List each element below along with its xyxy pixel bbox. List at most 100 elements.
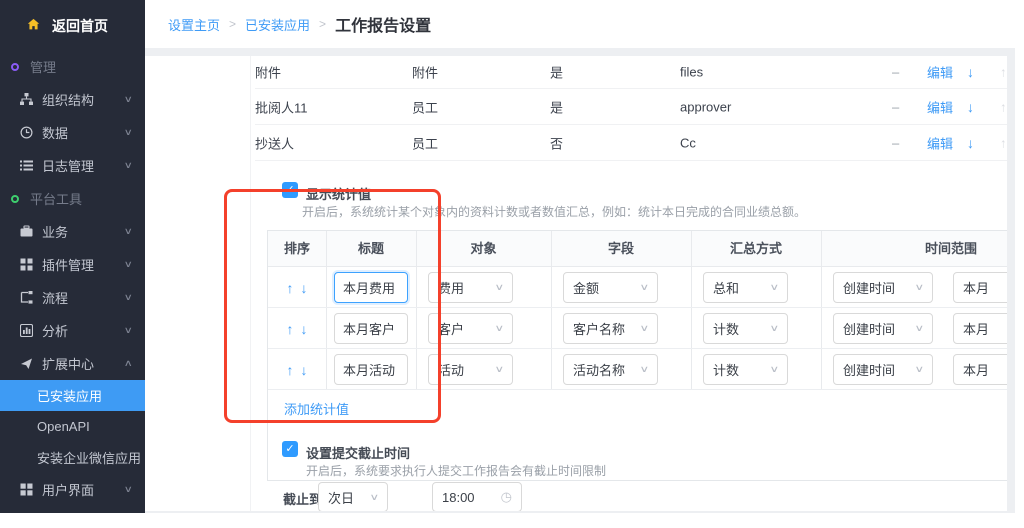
range-select[interactable]: 本月∨ — [953, 272, 1007, 303]
sidebar-subitem-12[interactable]: 安装企业微信应用 — [0, 442, 145, 473]
breadcrumb-separator: > — [319, 17, 326, 31]
column-divider — [691, 231, 692, 266]
sidebar-subitem-11[interactable]: OpenAPI — [0, 411, 145, 442]
time-field-select[interactable]: 创建时间∨ — [833, 313, 933, 344]
chevron-down-icon: ∨ — [770, 323, 780, 334]
chevron-down-icon: ∨ — [124, 325, 133, 336]
time-field-select[interactable]: 创建时间∨ — [833, 272, 933, 303]
column-divider — [551, 349, 552, 389]
sidebar-item-7[interactable]: 流程∨ — [0, 281, 145, 314]
stat-title-input[interactable] — [334, 313, 408, 344]
object-select[interactable]: 费用∨ — [428, 272, 513, 303]
column-divider — [416, 231, 417, 266]
column-divider — [326, 308, 327, 348]
page: 返回首页 管理组织结构∨数据∨日志管理∨平台工具业务∨插件管理∨流程∨分析∨扩展… — [0, 0, 1024, 528]
field-select[interactable]: 客户名称∨ — [563, 313, 658, 344]
show-stats-description: 开启后，系统统计某个对象内的资料计数或者数值汇总，例如：统计本日完成的合同业绩总… — [302, 203, 806, 220]
move-down-arrow-icon[interactable]: ↓ — [967, 135, 974, 151]
chevron-down-icon: ∨ — [640, 364, 650, 375]
sort-cell: ↑↓ — [268, 308, 326, 349]
stat-title-input[interactable] — [334, 272, 408, 303]
sidebar-item-label: 日志管理 — [42, 156, 94, 175]
sidebar-section-0: 管理 — [0, 50, 145, 83]
field-select-value: 客户名称 — [573, 319, 625, 338]
summary-select-value: 计数 — [713, 319, 739, 338]
stats-header-1: 标题 — [326, 231, 416, 267]
clock-icon: ◷ — [501, 489, 512, 505]
breadcrumb: 设置主页 > 已安装应用 > 工作报告设置 — [145, 0, 1015, 48]
edit-link[interactable]: 编辑 — [927, 133, 953, 152]
stats-row: ↑↓费用∨金额∨总和∨创建时间∨本月∨ — [268, 267, 1007, 308]
time-field-select[interactable]: 创建时间∨ — [833, 354, 933, 385]
edit-link[interactable]: 编辑 — [927, 97, 953, 116]
sidebar: 返回首页 管理组织结构∨数据∨日志管理∨平台工具业务∨插件管理∨流程∨分析∨扩展… — [0, 0, 145, 513]
deadline-checkbox[interactable] — [282, 441, 298, 457]
move-down-arrow-icon[interactable]: ↓ — [301, 363, 308, 377]
field-name: 抄送人 — [255, 133, 294, 152]
move-down-arrow-icon[interactable]: ↓ — [301, 322, 308, 336]
plugin-icon — [20, 258, 33, 271]
summary-select[interactable]: 计数 ∨ — [703, 313, 788, 344]
show-stats-label: 显示统计值 — [306, 184, 371, 203]
settings-panel: 附件附件是files–编辑↓↑批阅人11员工是approver–编辑↓↑抄送人员… — [145, 56, 1007, 511]
move-down-arrow-icon[interactable]: ↓ — [967, 64, 974, 80]
move-up-arrow-icon[interactable]: ↑ — [287, 281, 294, 295]
summary-select[interactable]: 计数∨ — [703, 354, 788, 385]
sidebar-item-1[interactable]: 组织结构∨ — [0, 83, 145, 116]
range-select[interactable]: 本月∨ — [953, 354, 1007, 385]
sidebar-item-8[interactable]: 分析∨ — [0, 314, 145, 347]
stat-title-input[interactable] — [334, 354, 408, 385]
due-time-input[interactable]: 18:00 ◷ — [432, 482, 522, 511]
stats-header-2: 对象 — [416, 231, 551, 267]
stats-table-body: ↑↓费用∨金额∨总和∨创建时间∨本月∨↑↓客户∨客户名称∨计数∨创建时间∨本月∨… — [268, 267, 1007, 390]
sidebar-item-9[interactable]: 扩展中心∧ — [0, 347, 145, 380]
add-stat-link[interactable]: 添加统计值 — [284, 399, 349, 418]
object-select[interactable]: 客户∨ — [428, 313, 513, 344]
sidebar-item-3[interactable]: 日志管理 ∨ — [0, 149, 145, 182]
breadcrumb-link-installed-apps[interactable]: 已安装应用 — [245, 15, 310, 34]
move-down-arrow-icon[interactable]: ↓ — [967, 99, 974, 115]
sidebar-subitem-10[interactable]: 已安装应用 — [0, 380, 145, 411]
chevron-down-icon: ∨ — [124, 94, 133, 105]
business-icon — [20, 225, 33, 238]
object-select[interactable]: 活动∨ — [428, 354, 513, 385]
sidebar-item-13[interactable]: 用户界面∨ — [0, 473, 145, 506]
field-name: 批阅人11 — [255, 97, 308, 116]
chevron-down-icon: ∨ — [124, 127, 133, 138]
stats-header-5: 时间范围 — [821, 231, 1007, 267]
move-up-arrow-icon[interactable]: ↑ — [287, 322, 294, 336]
field-api-name: files — [680, 65, 703, 80]
sidebar-item-home[interactable]: 返回首页 — [0, 0, 145, 50]
chevron-down-icon: ∨ — [495, 282, 505, 293]
ui-icon — [20, 483, 33, 496]
field-type: 员工 — [412, 97, 438, 116]
column-divider — [691, 267, 692, 307]
range-select-value: 本月 — [963, 278, 989, 297]
field-select[interactable]: 金额∨ — [563, 272, 658, 303]
range-select[interactable]: 本月∨ — [953, 313, 1007, 344]
sidebar-item-label: 流程 — [42, 288, 68, 307]
chevron-down-icon: ∨ — [495, 364, 505, 375]
field-row: 抄送人员工否Cc–编辑↓↑ — [255, 125, 1007, 161]
breadcrumb-link-settings-home[interactable]: 设置主页 — [168, 15, 220, 34]
field-required: 是 — [550, 97, 563, 116]
chevron-down-icon: ∨ — [770, 364, 780, 375]
chevron-down-icon: ∨ — [124, 226, 133, 237]
breadcrumb-separator: > — [229, 17, 236, 31]
move-up-arrow-icon[interactable]: ↑ — [287, 363, 294, 377]
sidebar-section-label: 平台工具 — [30, 189, 82, 208]
field-select[interactable]: 活动名称∨ — [563, 354, 658, 385]
summary-select[interactable]: 总和∨ — [703, 272, 788, 303]
flow-icon — [20, 291, 33, 304]
chevron-down-icon: ∨ — [124, 484, 133, 495]
move-down-arrow-icon[interactable]: ↓ — [301, 281, 308, 295]
time-field-select-value: 创建时间 — [843, 319, 895, 338]
sidebar-item-2[interactable]: 数据∨ — [0, 116, 145, 149]
edit-link[interactable]: 编辑 — [927, 63, 953, 82]
column-divider — [821, 231, 822, 266]
sidebar-item-5[interactable]: 业务∨ — [0, 215, 145, 248]
show-stats-checkbox[interactable] — [282, 182, 298, 198]
chevron-down-icon: ∨ — [124, 160, 133, 171]
due-day-select[interactable]: 次日 ∨ — [318, 482, 388, 511]
sidebar-item-6[interactable]: 插件管理∨ — [0, 248, 145, 281]
